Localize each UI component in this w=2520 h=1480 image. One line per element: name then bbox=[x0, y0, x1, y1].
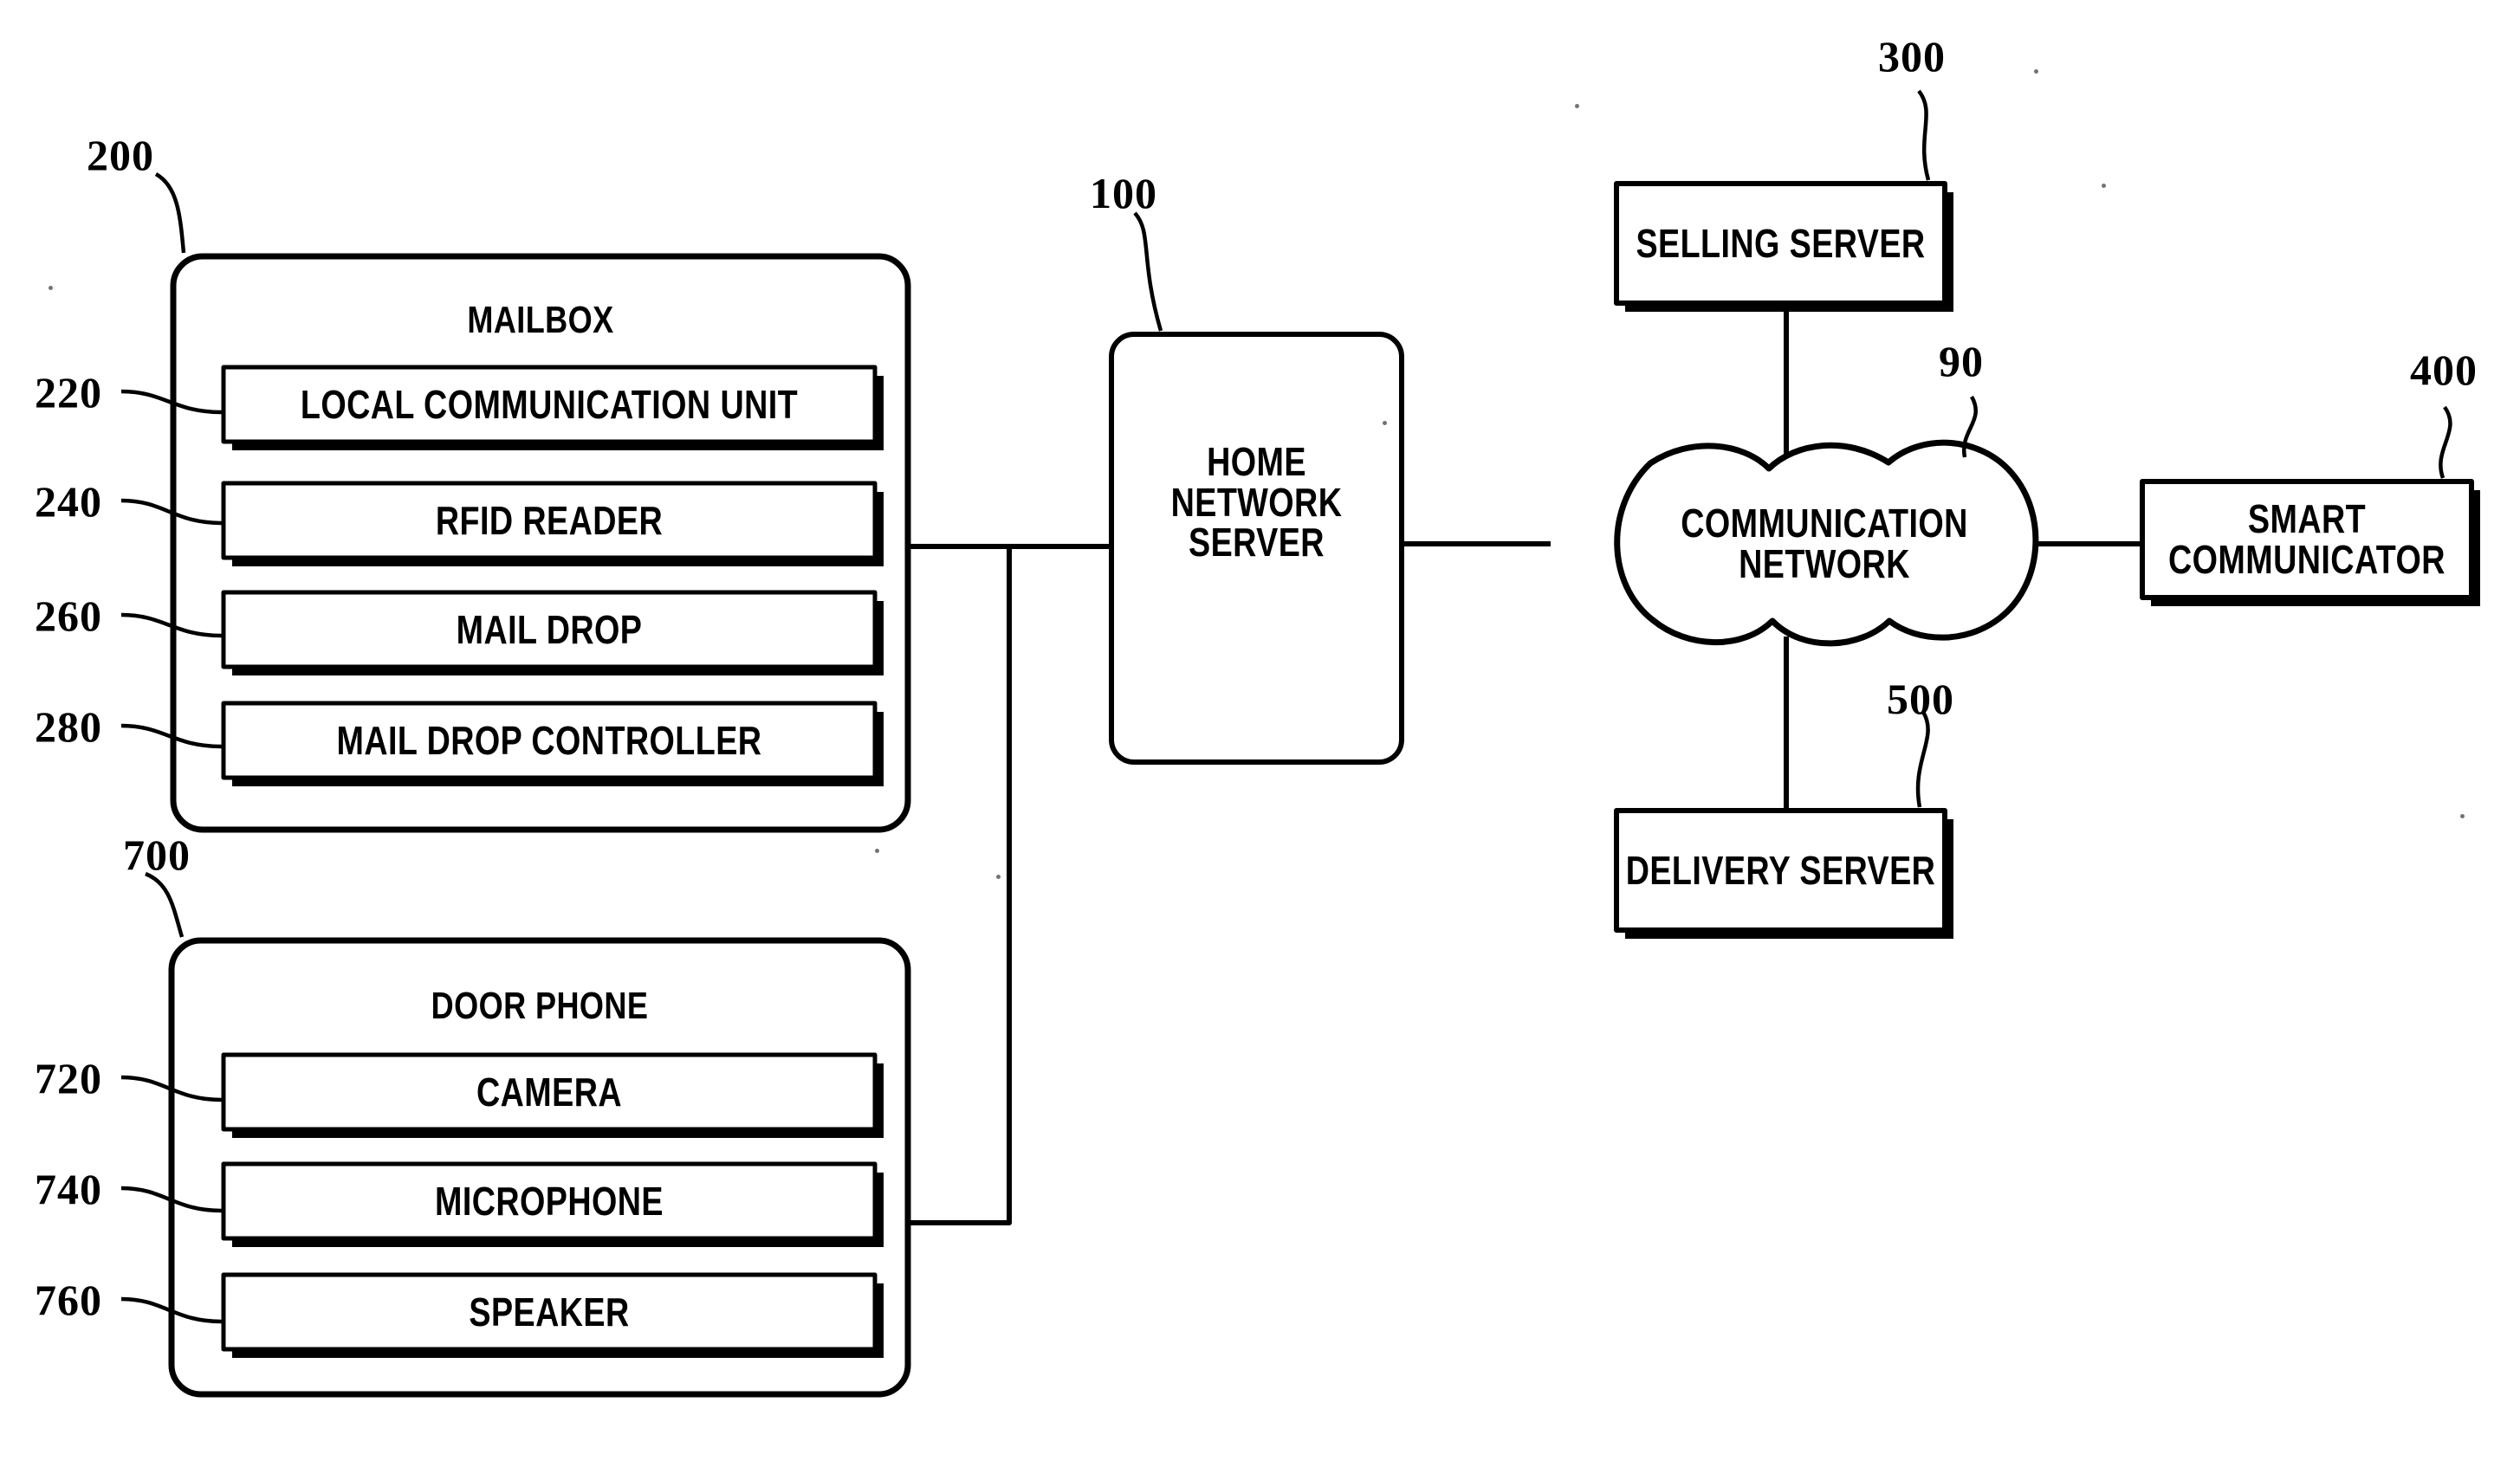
scan-speck bbox=[1383, 421, 1387, 425]
scan-speck bbox=[1575, 104, 1579, 108]
group-mailbox bbox=[170, 253, 911, 833]
node-smart-communicator bbox=[2140, 405, 2480, 606]
connector-door-phone-to-home-network-server bbox=[908, 546, 1012, 1225]
node-selling-server bbox=[1614, 89, 1953, 312]
node-home-network-server bbox=[1109, 211, 1404, 765]
scan-speck bbox=[2102, 184, 2106, 188]
group-door-phone bbox=[168, 937, 911, 1398]
patent-figure: MAILBOX LOCAL COMMUNICATION UNIT RFID RE… bbox=[0, 0, 2520, 1480]
scan-speck bbox=[2460, 814, 2465, 818]
figure-canvas bbox=[120, 89, 2480, 1398]
scan-speck bbox=[2034, 69, 2038, 74]
node-communication-network bbox=[1614, 395, 2039, 647]
scan-speck bbox=[49, 286, 53, 290]
scan-speck bbox=[875, 849, 879, 853]
scan-speck bbox=[996, 875, 1001, 879]
